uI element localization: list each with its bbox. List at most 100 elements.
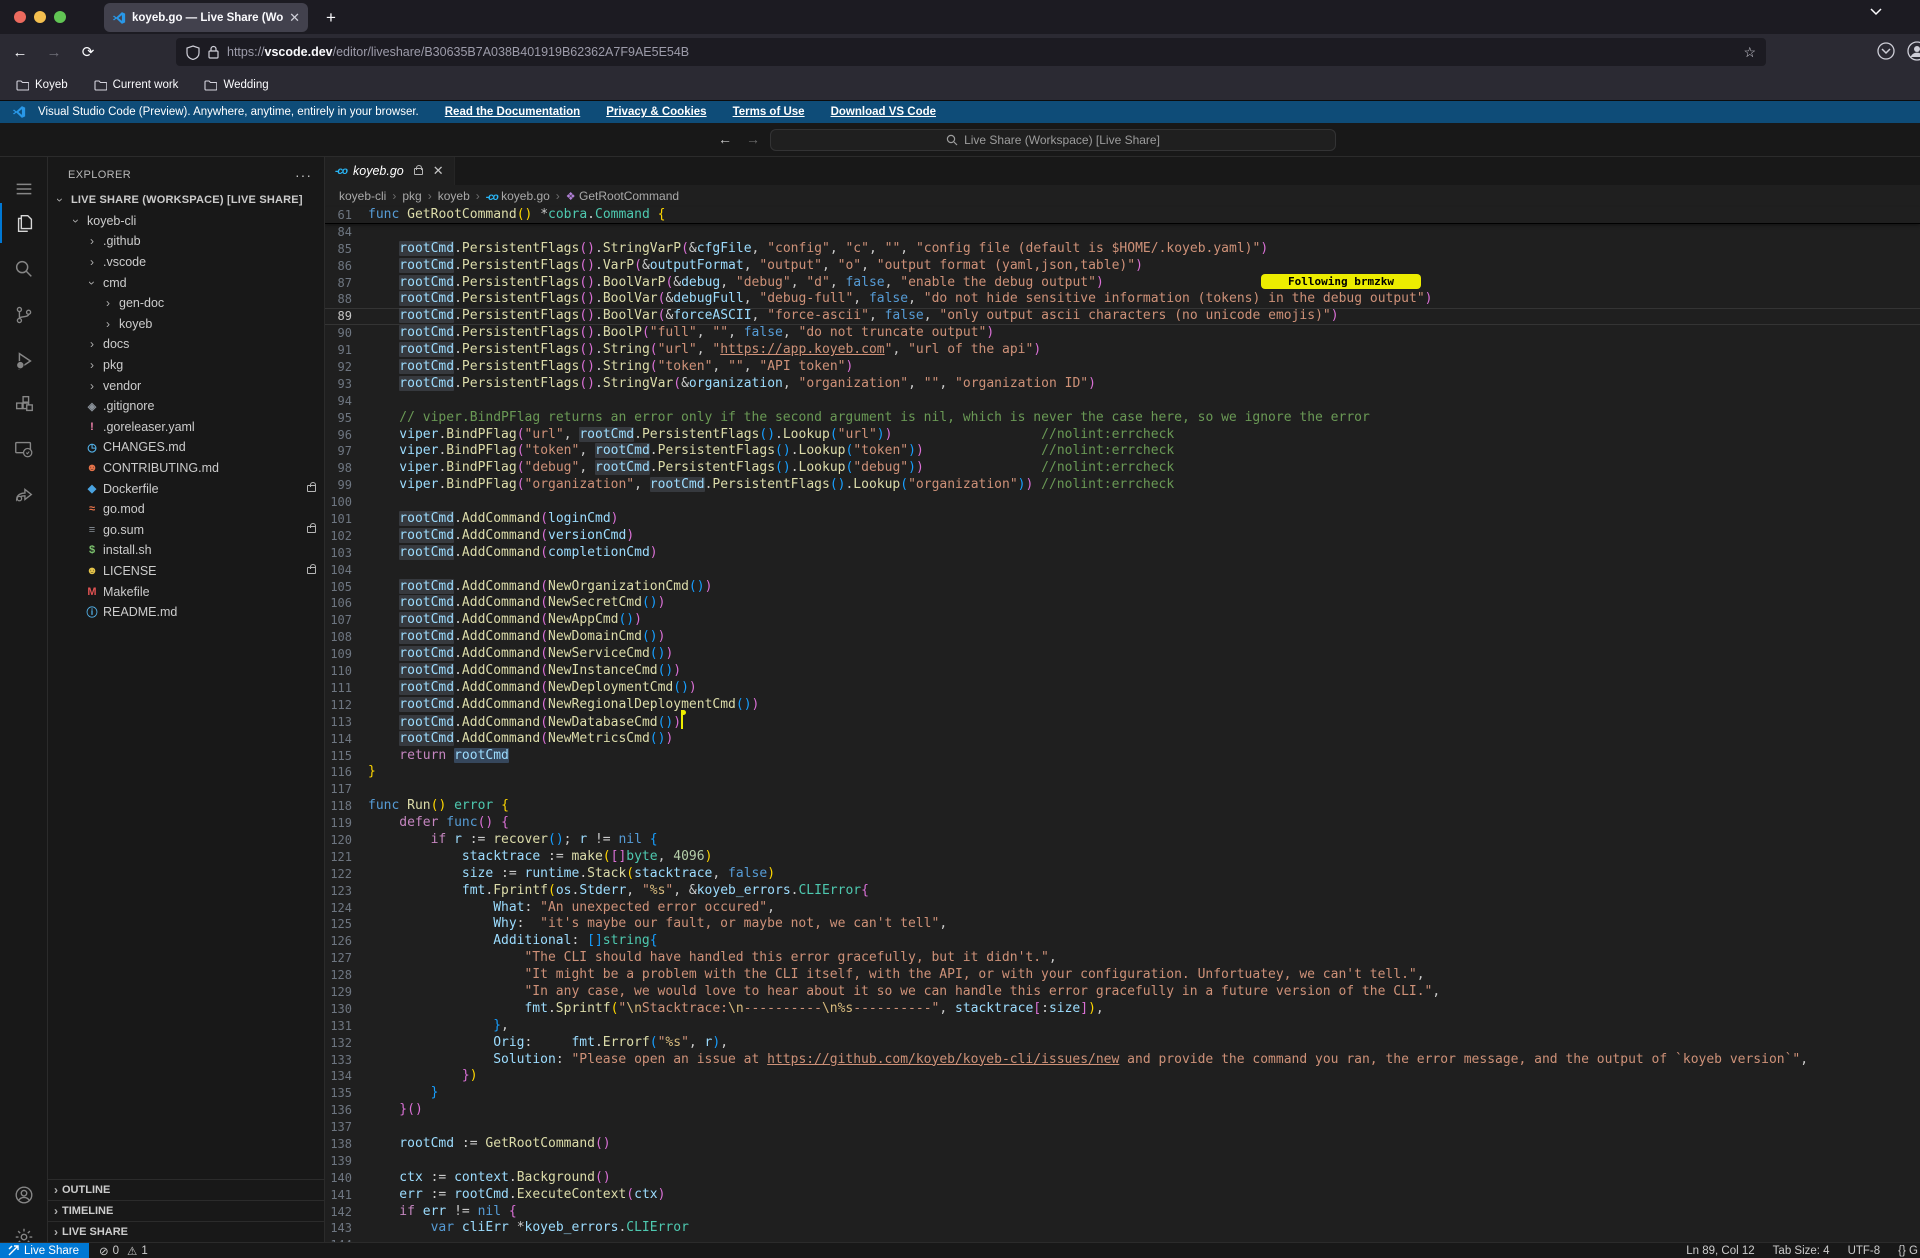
breadcrumb-item[interactable]: koyeb <box>438 189 470 203</box>
tree-folder--vscode[interactable]: ›.vscode <box>48 252 324 273</box>
lock-icon[interactable] <box>208 45 219 59</box>
bookmark-star-icon[interactable]: ☆ <box>1743 44 1756 61</box>
editor-tab-close-icon[interactable]: ✕ <box>433 163 444 179</box>
code-line[interactable]: 111rootCmd.AddCommand(NewDeploymentCmd()… <box>325 680 1920 697</box>
sidebar-section-outline[interactable]: ›OUTLINE <box>48 1179 324 1200</box>
sidebar-section-timeline[interactable]: ›TIMELINE <box>48 1200 324 1221</box>
code-line[interactable]: 122size := runtime.Stack(stacktrace, fal… <box>325 866 1920 883</box>
code-line[interactable]: 138rootCmd := GetRootCommand() <box>325 1136 1920 1153</box>
code-line[interactable]: 97viper.BindPFlag("token", rootCmd.Persi… <box>325 443 1920 460</box>
activity-live-share-icon[interactable] <box>0 474 47 514</box>
code-line[interactable]: 121stacktrace := make([]byte, 4096) <box>325 849 1920 866</box>
code-line[interactable]: 115return rootCmd <box>325 748 1920 765</box>
bookmark-folder-current-work[interactable]: Current work <box>94 79 179 91</box>
code-line[interactable]: 114rootCmd.AddCommand(NewMetricsCmd()) <box>325 731 1920 748</box>
tree-folder-docs[interactable]: ›docs <box>48 334 324 355</box>
activity-remote-explorer-icon[interactable] <box>0 429 47 469</box>
activity-account-icon[interactable] <box>0 1175 47 1215</box>
code-line[interactable]: 84 <box>325 224 1920 241</box>
maximize-window-button[interactable] <box>54 11 66 23</box>
command-center[interactable]: Live Share (Workspace) [Live Share] <box>770 129 1336 151</box>
tree-file-readme-md[interactable]: ⓘREADME.md <box>48 602 324 623</box>
code-line[interactable]: 123fmt.Fprintf(os.Stderr, "%s", &koyeb_e… <box>325 883 1920 900</box>
tree-folder-koyeb-cli[interactable]: ›koyeb-cli <box>48 211 324 232</box>
tree-file-go-mod[interactable]: ≈go.mod <box>48 499 324 520</box>
code-line[interactable]: 133Solution: "Please open an issue at ht… <box>325 1052 1920 1069</box>
code-line[interactable]: 142if err != nil { <box>325 1204 1920 1221</box>
tree-folder-cmd[interactable]: ›cmd <box>48 272 324 293</box>
url-bar[interactable]: https://vscode.dev/editor/liveshare/B306… <box>176 38 1766 66</box>
tracking-protection-shield-icon[interactable] <box>186 45 200 60</box>
code-line[interactable]: 99viper.BindPFlag("organization", rootCm… <box>325 477 1920 494</box>
breadcrumb-item[interactable]: koyeb-cli <box>339 189 386 203</box>
back-button[interactable]: ← <box>6 44 34 61</box>
banner-link-documentation[interactable]: Read the Documentation <box>445 106 580 118</box>
explorer-more-actions-icon[interactable]: ··· <box>295 167 312 183</box>
tab-close-icon[interactable]: ✕ <box>289 10 300 26</box>
code-line[interactable]: 117 <box>325 781 1920 798</box>
tree-file--goreleaser-yaml[interactable]: !.goreleaser.yaml <box>48 417 324 438</box>
code-line[interactable]: 100 <box>325 494 1920 511</box>
breadcrumb-item[interactable]: pkg <box>402 189 421 203</box>
code-line[interactable]: 96viper.BindPFlag("url", rootCmd.Persist… <box>325 427 1920 444</box>
activity-extensions-icon[interactable] <box>0 384 47 424</box>
bookmark-folder-wedding[interactable]: Wedding <box>204 79 268 91</box>
code-line[interactable]: 102rootCmd.AddCommand(versionCmd) <box>325 528 1920 545</box>
code-line[interactable]: 135} <box>325 1085 1920 1102</box>
breadcrumb-item[interactable]: -co koyeb.go <box>486 189 550 203</box>
code-line[interactable]: 109rootCmd.AddCommand(NewServiceCmd()) <box>325 646 1920 663</box>
tree-folder-gen-doc[interactable]: ›gen-doc <box>48 293 324 314</box>
code-line[interactable]: 134}) <box>325 1068 1920 1085</box>
profile-avatar[interactable] <box>1906 40 1920 62</box>
tree-file-license[interactable]: ☻LICENSE <box>48 561 324 582</box>
code-line[interactable]: 141err := rootCmd.ExecuteContext(ctx) <box>325 1187 1920 1204</box>
status-language-mode[interactable]: {} G <box>1898 1245 1918 1257</box>
code-line[interactable]: 98viper.BindPFlag("debug", rootCmd.Persi… <box>325 460 1920 477</box>
new-tab-button[interactable]: + <box>318 5 344 31</box>
code-line[interactable]: 92rootCmd.PersistentFlags().String("toke… <box>325 359 1920 376</box>
tree-folder--github[interactable]: ›.github <box>48 231 324 252</box>
tree-folder-koyeb[interactable]: ›koyeb <box>48 314 324 335</box>
sidebar-section-live-share[interactable]: ›LIVE SHARE <box>48 1221 324 1242</box>
code-line[interactable]: 104 <box>325 562 1920 579</box>
code-line[interactable]: 105rootCmd.AddCommand(NewOrganizationCmd… <box>325 579 1920 596</box>
problems-indicator[interactable]: ⊘0 ⚠1 <box>99 1244 148 1258</box>
editor-tab-koyeb-go[interactable]: -co koyeb.go ✕ <box>325 157 455 185</box>
minimize-window-button[interactable] <box>34 11 46 23</box>
code-line[interactable]: 110rootCmd.AddCommand(NewInstanceCmd()) <box>325 663 1920 680</box>
code-line[interactable]: 118func Run() error { <box>325 798 1920 815</box>
code-line[interactable]: 94 <box>325 393 1920 410</box>
tree-folder-vendor[interactable]: ›vendor <box>48 375 324 396</box>
tree-file--gitignore[interactable]: ◈.gitignore <box>48 396 324 417</box>
tree-file-dockerfile[interactable]: ◆Dockerfile <box>48 478 324 499</box>
code-line[interactable]: 93rootCmd.PersistentFlags().StringVar(&o… <box>325 376 1920 393</box>
bookmark-folder-koyeb[interactable]: Koyeb <box>16 79 68 91</box>
reload-button[interactable]: ⟳ <box>74 43 102 61</box>
live-share-status-button[interactable]: Live Share <box>0 1243 89 1258</box>
code-line[interactable]: 136}() <box>325 1102 1920 1119</box>
tree-file-go-sum[interactable]: ≡go.sum <box>48 520 324 541</box>
code-line[interactable]: 91rootCmd.PersistentFlags().String("url"… <box>325 342 1920 359</box>
code-line[interactable]: 128"It might be a problem with the CLI i… <box>325 967 1920 984</box>
banner-link-terms[interactable]: Terms of Use <box>733 106 805 118</box>
code-line[interactable]: 137 <box>325 1119 1920 1136</box>
code-line[interactable]: 129"In any case, we would love to hear a… <box>325 984 1920 1001</box>
breadcrumb-item[interactable]: ❖ GetRootCommand <box>566 189 679 203</box>
code-line[interactable]: 130fmt.Sprintf("\nStacktrace:\n---------… <box>325 1001 1920 1018</box>
status-encoding[interactable]: UTF-8 <box>1848 1245 1881 1257</box>
close-window-button[interactable] <box>14 11 26 23</box>
pocket-icon[interactable] <box>1876 41 1896 61</box>
code-line[interactable]: 120if r := recover(); r != nil { <box>325 832 1920 849</box>
code-line[interactable]: 126Additional: []string{ <box>325 933 1920 950</box>
tree-folder-pkg[interactable]: ›pkg <box>48 355 324 376</box>
following-badge[interactable]: Following brmzkw <box>1261 274 1421 289</box>
code-line[interactable]: 131}, <box>325 1018 1920 1035</box>
code-line[interactable]: 132Orig: fmt.Errorf("%s", r), <box>325 1035 1920 1052</box>
tree-folder-live-share-workspace-live-share-[interactable]: ›LIVE SHARE (WORKSPACE) [LIVE SHARE] <box>48 190 324 211</box>
code-line[interactable]: 95// viper.BindPFlag returns an error on… <box>325 410 1920 427</box>
code-line[interactable]: 140ctx := context.Background() <box>325 1170 1920 1187</box>
banner-link-privacy[interactable]: Privacy & Cookies <box>606 106 706 118</box>
status-tab-size[interactable]: Tab Size: 4 <box>1773 1245 1830 1257</box>
list-all-tabs-icon[interactable] <box>1870 8 1882 16</box>
code-line[interactable]: 86rootCmd.PersistentFlags().VarP(&output… <box>325 258 1920 275</box>
